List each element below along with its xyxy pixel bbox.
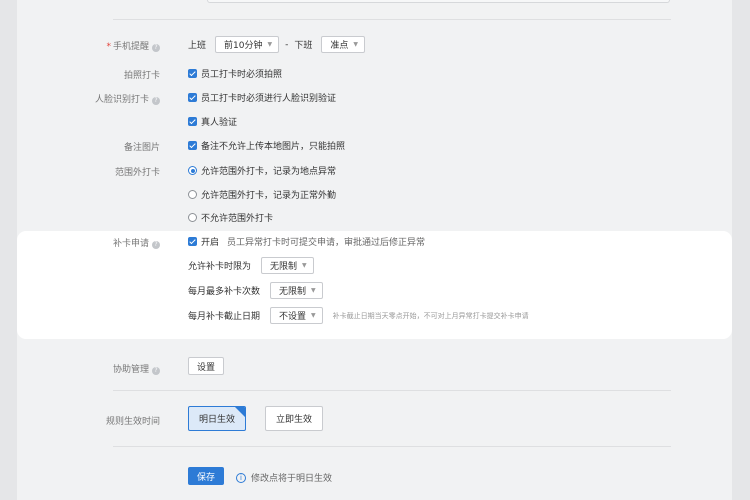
effective-now-option[interactable]: 立即生效 [265, 406, 323, 431]
separator: - [285, 39, 289, 50]
max-count-select[interactable]: 无限制 ▼ [270, 282, 323, 299]
photo-label: 拍照打卡 [123, 71, 160, 81]
effective-label: 规则生效时间 [105, 417, 160, 427]
outside-option-2[interactable]: 允许范围外打卡，记录为正常外勤 [188, 188, 336, 201]
photo-option[interactable]: 员工打卡时必须拍照 [188, 67, 282, 80]
chevron-down-icon: ▼ [353, 41, 358, 48]
remark-label: 备注图片 [123, 143, 160, 153]
help-icon[interactable]: ? [152, 241, 160, 249]
on-duty-text: 上班 [188, 41, 207, 51]
divider [113, 390, 671, 391]
off-duty-reminder-select[interactable]: 准点 ▼ [321, 36, 365, 53]
deadline-select[interactable]: 不设置 ▼ [270, 307, 323, 324]
radio[interactable] [188, 213, 197, 222]
chevron-down-icon: ▼ [311, 312, 316, 319]
divider [113, 19, 671, 20]
save-note: i 修改点将于明日生效 [236, 471, 332, 484]
reminder-label: * 手机提醒? [0, 39, 160, 52]
time-limit-select[interactable]: 无限制 ▼ [261, 257, 314, 274]
checkbox-checked[interactable] [188, 93, 197, 102]
checkbox-checked[interactable] [188, 69, 197, 78]
radio[interactable] [188, 190, 197, 199]
help-icon[interactable]: ? [152, 44, 160, 52]
info-icon: i [236, 472, 246, 483]
checkbox-checked[interactable] [188, 141, 197, 150]
makeup-deadline-row: 每月补卡截止日期 不设置 ▼ 补卡截止日期当天零点开始，不可对上月异常打卡提交补卡… [188, 307, 529, 324]
makeup-enable-option[interactable]: 开启 员工异常打卡时可提交申请，审批通过后修正异常 [188, 235, 425, 248]
chevron-down-icon: ▼ [311, 287, 316, 294]
remark-option[interactable]: 备注不允许上传本地图片，只能拍照 [188, 139, 345, 152]
on-duty-reminder-select[interactable]: 前10分钟 ▼ [215, 36, 280, 53]
save-button[interactable]: 保存 [188, 467, 224, 485]
help-icon[interactable]: ? [152, 97, 160, 105]
assist-settings-button[interactable]: 设置 [188, 357, 224, 375]
outside-option-1[interactable]: 允许范围外打卡，记录为地点异常 [188, 164, 336, 177]
makeup-time-limit-row: 允许补卡时限为 无限制 ▼ [188, 257, 314, 274]
divider [113, 446, 671, 447]
effective-tomorrow-option[interactable]: 明日生效 [188, 406, 246, 431]
help-icon[interactable]: ? [152, 367, 160, 375]
selected-corner-icon [235, 407, 245, 417]
radio-selected[interactable] [188, 166, 197, 175]
makeup-max-count-row: 每月最多补卡次数 无限制 ▼ [188, 282, 323, 299]
liveness-option[interactable]: 真人验证 [188, 115, 237, 128]
off-duty-text: 下班 [294, 41, 313, 51]
chevron-down-icon: ▼ [302, 262, 307, 269]
outside-label: 范围外打卡 [114, 168, 160, 178]
chevron-down-icon: ▼ [267, 41, 273, 48]
makeup-label: 补卡申请? [0, 236, 160, 249]
checkbox-checked[interactable] [188, 237, 197, 246]
reminder-row: 上班 前10分钟 ▼ - 下班 准点 ▼ [188, 36, 365, 53]
face-option[interactable]: 员工打卡时必须进行人脸识别验证 [188, 91, 336, 104]
face-label: 人脸识别打卡? [0, 92, 160, 105]
checkbox-checked[interactable] [188, 117, 197, 126]
deadline-hint: 补卡截止日期当天零点开始，不可对上月异常打卡提交补卡申请 [332, 311, 529, 320]
outside-option-3[interactable]: 不允许范围外打卡 [188, 211, 273, 224]
previous-field [207, 0, 670, 3]
assist-label: 协助管理? [0, 362, 160, 375]
makeup-description: 员工异常打卡时可提交申请，审批通过后修正异常 [227, 238, 426, 248]
